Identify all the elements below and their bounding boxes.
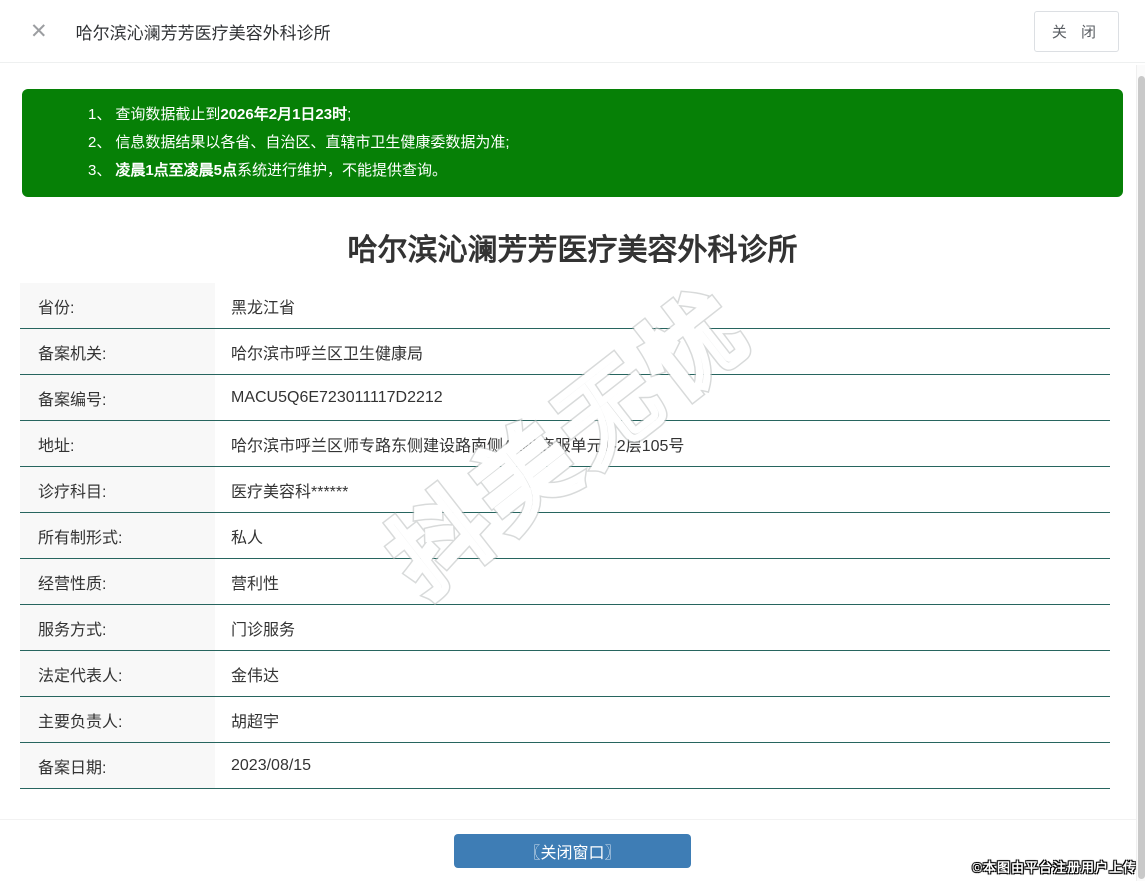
row-label: 诊疗科目: xyxy=(20,467,215,512)
row-label: 地址: xyxy=(20,421,215,466)
window-header: ✕ 哈尔滨沁澜芳芳医疗美容外科诊所 关 闭 xyxy=(0,0,1145,63)
table-row-main-person-in-charge: 主要负责人: 胡超宇 xyxy=(20,697,1110,743)
row-label: 经营性质: xyxy=(20,559,215,604)
table-row-address: 地址: 哈尔滨市呼兰区师专路东侧建设路南侧A1栋商服单元1-2层105号 xyxy=(20,421,1110,467)
notice-line-number: 3、 xyxy=(88,162,111,179)
row-value: 哈尔滨市呼兰区卫生健康局 xyxy=(215,329,1110,374)
notice-line-2: 2、信息数据结果以各省、自治区、直辖市卫生健康委数据为准; xyxy=(88,129,1103,157)
window-title: 哈尔滨沁澜芳芳医疗美容外科诊所 xyxy=(76,19,331,44)
row-label: 备案编号: xyxy=(20,375,215,420)
registration-info-table: 省份: 黑龙江省 备案机关: 哈尔滨市呼兰区卫生健康局 备案编号: MACU5Q… xyxy=(20,283,1110,789)
notice-text-bold: 2026年2月1日23时 xyxy=(220,106,347,123)
row-value: 医疗美容科****** xyxy=(215,467,1110,512)
notice-text: 查询数据截止到 xyxy=(115,106,220,123)
row-label: 所有制形式: xyxy=(20,513,215,558)
table-row-province: 省份: 黑龙江省 xyxy=(20,283,1110,329)
close-icon[interactable]: ✕ xyxy=(30,21,48,42)
row-label: 备案日期: xyxy=(20,743,215,788)
table-row-treatment-subjects: 诊疗科目: 医疗美容科****** xyxy=(20,467,1110,513)
copyright-note: ©本图由平台注册用户上传 xyxy=(972,857,1137,876)
row-value: 黑龙江省 xyxy=(215,283,1110,328)
row-value: 营利性 xyxy=(215,559,1110,604)
row-label: 法定代表人: xyxy=(20,651,215,696)
table-row-ownership-form: 所有制形式: 私人 xyxy=(20,513,1110,559)
notice-text: 信息数据结果以各省、自治区、直辖市卫生健康委数据为准; xyxy=(115,134,509,151)
row-value: 2023/08/15 xyxy=(215,743,1110,788)
notice-line-number: 2、 xyxy=(88,134,111,151)
table-row-filing-number: 备案编号: MACU5Q6E723011117D2212 xyxy=(20,375,1110,421)
row-value: 金伟达 xyxy=(215,651,1110,696)
row-value: 私人 xyxy=(215,513,1110,558)
scrollbar-thumb[interactable] xyxy=(1138,76,1145,879)
notice-box: 1、查询数据截止到2026年2月1日23时; 2、信息数据结果以各省、自治区、直… xyxy=(22,89,1123,197)
row-label: 省份: xyxy=(20,283,215,328)
header-close-button[interactable]: 关 闭 xyxy=(1034,11,1119,52)
page-title: 哈尔滨沁澜芳芳医疗美容外科诊所 xyxy=(0,229,1145,273)
scrollbar-track[interactable] xyxy=(1136,65,1145,881)
notice-line-1: 1、查询数据截止到2026年2月1日23时; xyxy=(88,101,1103,129)
notice-line-3: 3、凌晨1点至凌晨5点系统进行维护，不能提供查询。 xyxy=(88,157,1103,185)
notice-text: ; xyxy=(347,106,351,123)
notice-text: 系统进行维护，不能提供查询。 xyxy=(237,162,447,179)
row-value: 哈尔滨市呼兰区师专路东侧建设路南侧A1栋商服单元1-2层105号 xyxy=(215,421,1110,466)
close-window-button[interactable]: 〖关闭窗口〗 xyxy=(454,834,691,868)
row-label: 主要负责人: xyxy=(20,697,215,742)
row-label: 备案机关: xyxy=(20,329,215,374)
table-row-legal-representative: 法定代表人: 金伟达 xyxy=(20,651,1110,697)
row-value: MACU5Q6E723011117D2212 xyxy=(215,375,1110,420)
row-label: 服务方式: xyxy=(20,605,215,650)
notice-text-bold: 凌晨1点至凌晨5点 xyxy=(115,162,237,179)
table-row-filing-date: 备案日期: 2023/08/15 xyxy=(20,743,1110,789)
table-row-filing-authority: 备案机关: 哈尔滨市呼兰区卫生健康局 xyxy=(20,329,1110,375)
notice-line-number: 1、 xyxy=(88,106,111,123)
row-value: 胡超宇 xyxy=(215,697,1110,742)
table-row-service-mode: 服务方式: 门诊服务 xyxy=(20,605,1110,651)
table-row-business-nature: 经营性质: 营利性 xyxy=(20,559,1110,605)
row-value: 门诊服务 xyxy=(215,605,1110,650)
